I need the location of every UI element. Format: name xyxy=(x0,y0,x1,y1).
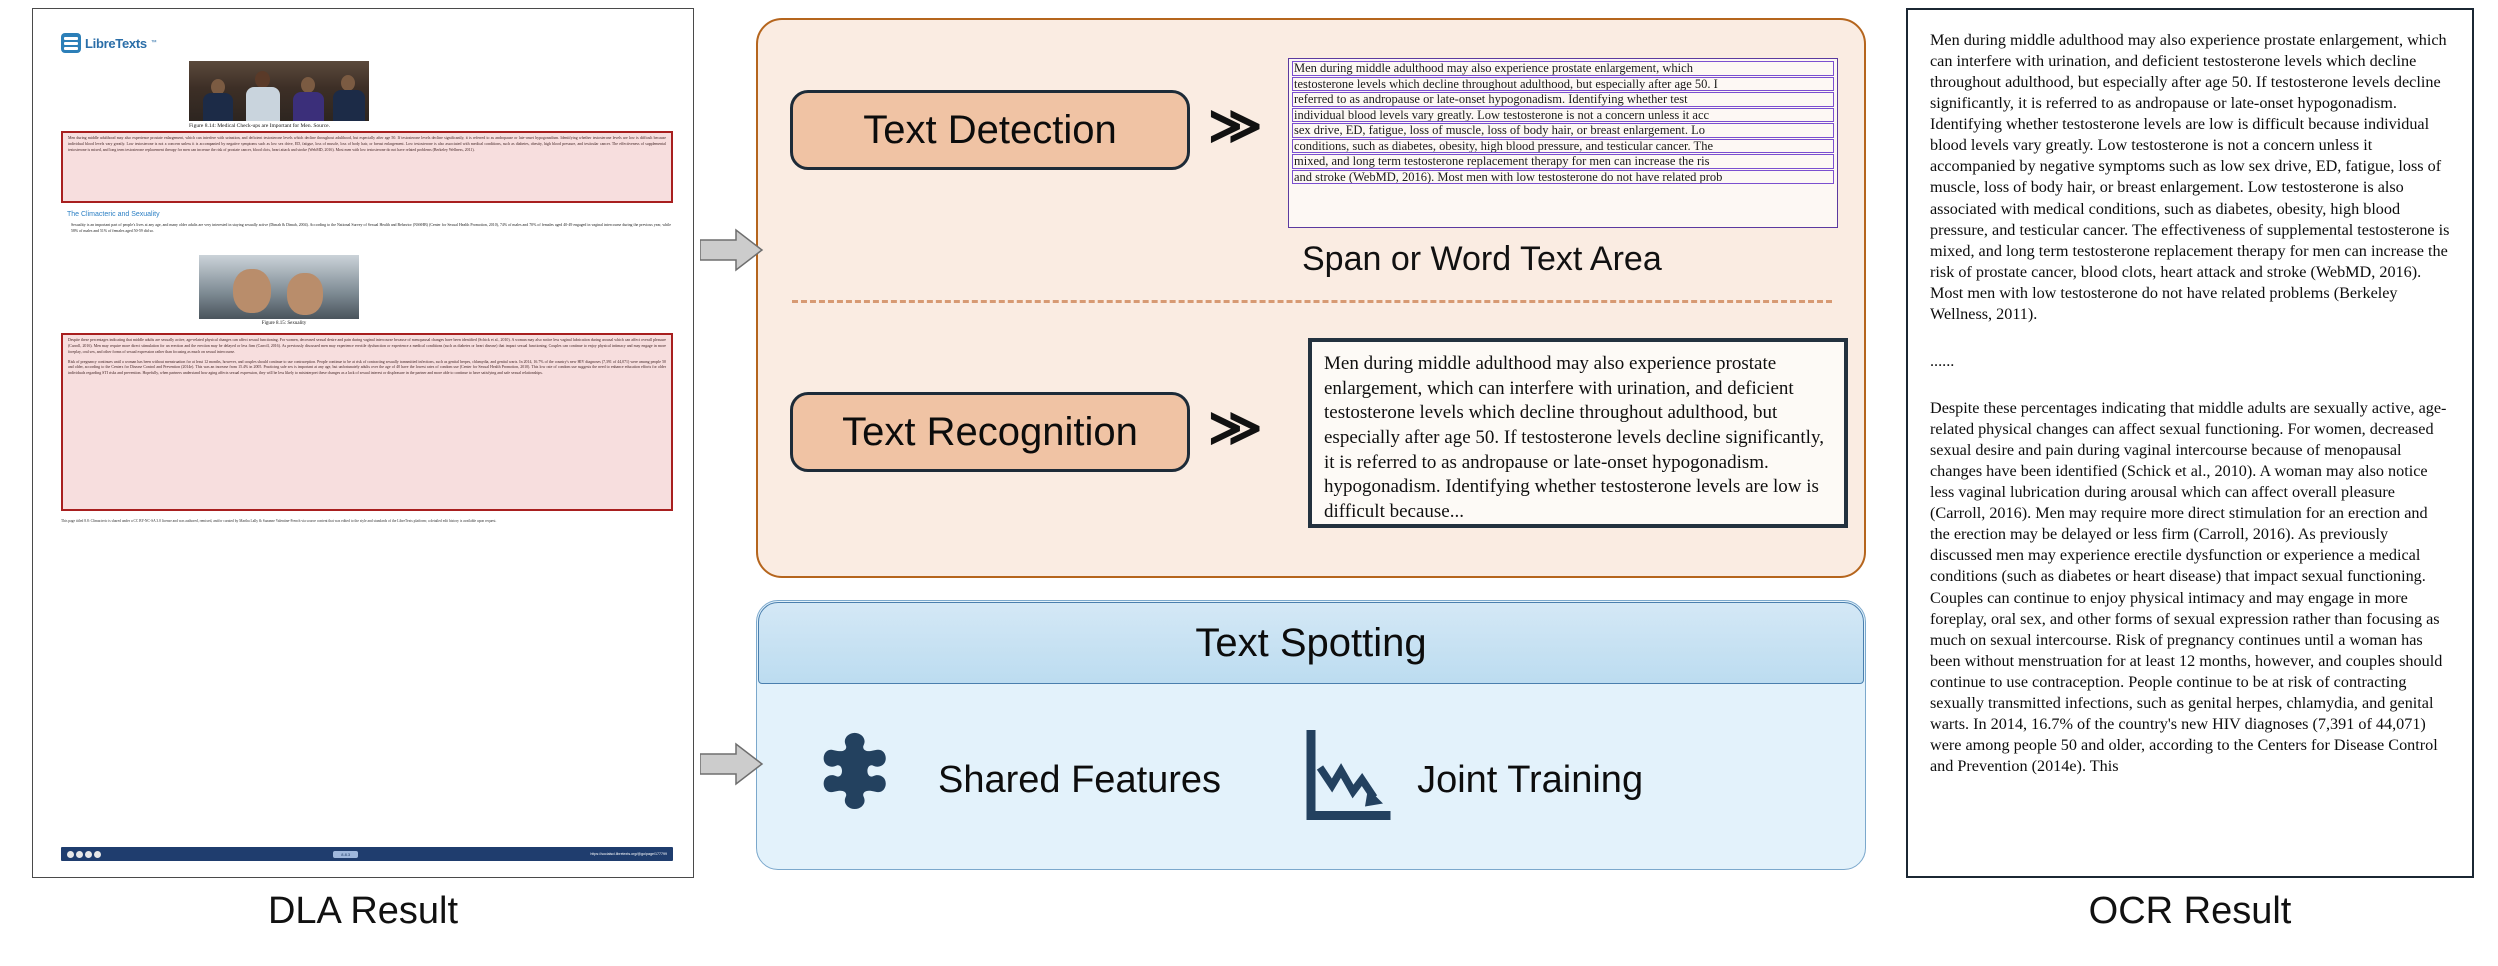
detected-line: Men during middle adulthood may also exp… xyxy=(1292,61,1834,76)
document-footer: 8.8.3 https://socialsci.libretexts.org/@… xyxy=(61,847,673,861)
creative-commons-icons xyxy=(67,850,101,858)
recognized-text-box: Men during middle adulthood may also exp… xyxy=(1308,338,1848,528)
detected-line: conditions, such as diabetes, obesity, h… xyxy=(1292,138,1834,153)
body-paragraph-1: Sexuality is an important part of people… xyxy=(71,223,671,233)
libretexts-wordmark: LibreTexts xyxy=(85,35,147,51)
text-recognition-label: Text Recognition xyxy=(842,409,1138,454)
figure-medical-checkups-photo xyxy=(189,61,369,121)
ocr-ellipsis: ...... xyxy=(1930,351,1955,370)
pipeline-divider xyxy=(792,300,1832,303)
detected-line: sex drive, ED, fatigue, loss of muscle, … xyxy=(1292,123,1834,138)
detected-line: testosterone levels which decline throug… xyxy=(1292,76,1834,91)
text-detection-label: Text Detection xyxy=(863,107,1117,152)
detected-line: individual blood levels vary greatly. Lo… xyxy=(1292,107,1834,122)
license-notice: This page titled 8.8: Climacteric is sha… xyxy=(61,519,497,523)
trademark-symbol: ™ xyxy=(150,40,157,46)
ocr-paragraph-1: Men during middle adulthood may also exp… xyxy=(1930,31,2450,323)
libretexts-logo: LibreTexts ™ xyxy=(61,33,157,53)
document-page: LibreTexts ™ Figure 8.14: Medical Check-… xyxy=(39,15,687,871)
detected-region-2-para-a: Despite these percentages indicating tha… xyxy=(68,338,666,354)
arrow-to-detection-icon xyxy=(700,228,764,272)
arrow-to-spotting-icon xyxy=(700,742,764,786)
detected-region-2: Despite these percentages indicating tha… xyxy=(61,333,673,511)
detected-line: referred to as andropause or late-onset … xyxy=(1292,92,1834,107)
puzzle-piece-icon xyxy=(820,730,912,831)
detected-region-1: Men during middle adulthood may also exp… xyxy=(61,131,673,203)
detected-line: mixed, and long term testosterone replac… xyxy=(1292,154,1834,169)
text-spotting-features-row: Shared Features Joint Training xyxy=(820,720,1840,840)
dla-result-panel: LibreTexts ™ Figure 8.14: Medical Check-… xyxy=(32,8,694,878)
detected-region-2-para-b: Risk of pregnancy continues until a woma… xyxy=(68,359,666,376)
text-recognition-button[interactable]: Text Recognition xyxy=(790,392,1190,472)
detected-line: and stroke (WebMD, 2016). Most men with … xyxy=(1292,169,1834,184)
chevron-right-detection-icon: ≫ xyxy=(1208,97,1263,155)
joint-training-label: Joint Training xyxy=(1417,758,1644,801)
footer-url: https://socialsci.libretexts.org/@go/pag… xyxy=(590,852,667,856)
dla-result-caption: DLA Result xyxy=(267,890,459,932)
text-spotting-header: Text Spotting xyxy=(758,602,1864,684)
detected-text-lines-box: Men during middle adulthood may also exp… xyxy=(1288,58,1838,228)
ocr-result-caption: OCR Result xyxy=(2088,890,2292,932)
libretexts-mark-icon xyxy=(61,33,81,53)
ocr-paragraph-2: Despite these percentages indicating tha… xyxy=(1930,398,2447,775)
footer-page-number: 8.8.3 xyxy=(333,850,359,858)
shared-features-label: Shared Features xyxy=(938,758,1222,801)
figure1-caption: Figure 8.14: Medical Check-ups are Impor… xyxy=(189,123,330,129)
figure-sexuality-photo xyxy=(199,255,359,319)
section-heading-climacteric: The Climacteric and Sexuality xyxy=(67,211,160,218)
text-detection-button[interactable]: Text Detection xyxy=(790,90,1190,170)
figure2-caption: Figure 8.15: Sexuality xyxy=(261,321,307,326)
span-or-word-text-area-label: Span or Word Text Area xyxy=(1302,240,1662,278)
declining-chart-icon xyxy=(1299,728,1395,833)
ocr-result-panel: Men during middle adulthood may also exp… xyxy=(1906,8,2474,878)
chevron-right-recognition-icon: ≫ xyxy=(1208,399,1263,457)
text-spotting-label: Text Spotting xyxy=(1195,620,1427,665)
